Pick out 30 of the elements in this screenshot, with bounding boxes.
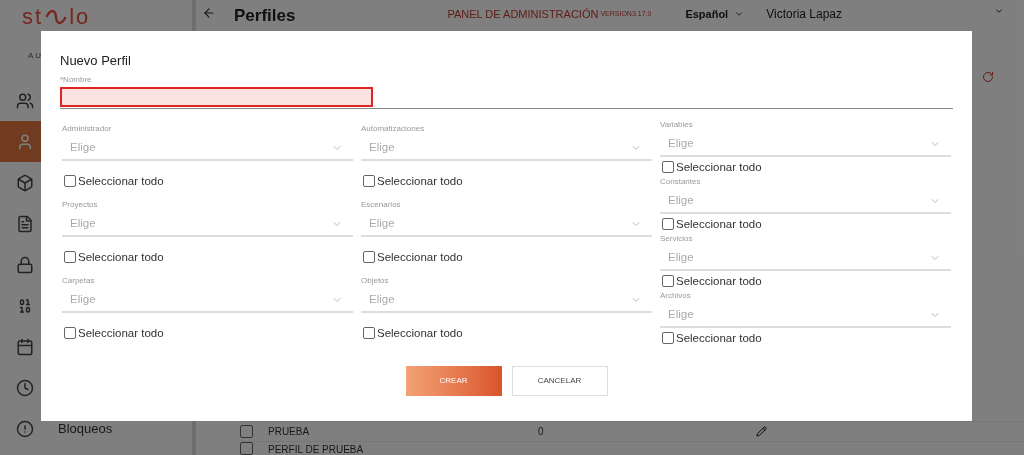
select-all-label: Seleccionar todo: [676, 331, 762, 345]
select-all-label: Seleccionar todo: [377, 326, 463, 340]
field-label: Automatizaciones: [361, 123, 425, 134]
field-label: Escenarios: [361, 199, 401, 210]
logo-tagline: AU: [28, 50, 44, 62]
field-label: Servicios: [660, 233, 693, 244]
field-label: Administrador: [62, 123, 112, 134]
dialog-title: Nuevo Perfil: [60, 52, 131, 70]
field-label: Carpetas: [62, 275, 95, 286]
select-all-label: Seleccionar todo: [78, 174, 164, 188]
field-label: Constantes: [660, 176, 701, 187]
table-cell-text: 0: [538, 425, 544, 439]
page-title: Perfiles: [234, 6, 296, 26]
select-all-label: Seleccionar todo: [676, 217, 762, 231]
select-all-label: Seleccionar todo: [676, 160, 762, 174]
field-label: Variables: [660, 119, 693, 130]
select-all-label: Seleccionar todo: [377, 250, 463, 264]
field-label: Objetos: [361, 275, 389, 286]
table-cell-text: PRUEBA: [268, 425, 311, 439]
logo-text: lo: [69, 6, 91, 28]
logo-text: st: [22, 6, 44, 28]
select-all-label: Seleccionar todo: [78, 326, 164, 340]
table-cell-text: PERFIL DE PRUEBA: [268, 443, 365, 455]
field-label: Proyectos: [62, 199, 98, 210]
select-all-label: Seleccionar todo: [377, 174, 463, 188]
panel-title: PANEL DE ADMINISTRACIÓN: [447, 7, 599, 22]
field-label: *Nombre: [60, 74, 92, 85]
field-label: Archivos: [660, 290, 691, 301]
select-all-label: Seleccionar todo: [78, 250, 164, 264]
select-all-label: Seleccionar todo: [676, 274, 762, 288]
